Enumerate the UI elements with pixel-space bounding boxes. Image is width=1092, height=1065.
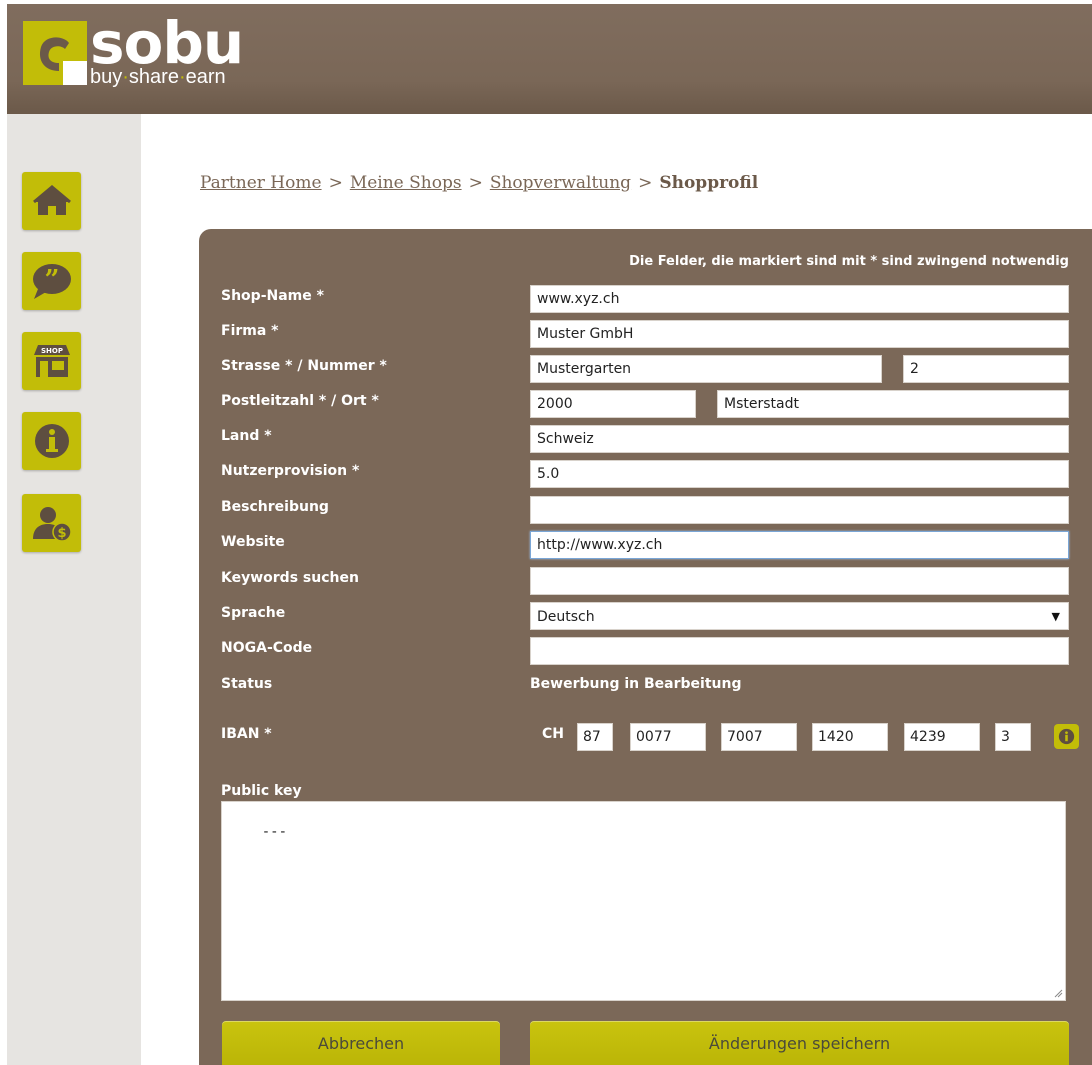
sprache-selected-value: Deutsch (537, 609, 595, 625)
public-key-textarea[interactable]: --- (221, 801, 1066, 1001)
tagline-dot: · (122, 66, 129, 88)
home-icon (32, 185, 71, 215)
resize-grip-icon[interactable] (1053, 988, 1063, 998)
nutzerprovision-label: Nutzerprovision * (221, 463, 360, 479)
tagline: buy·share·earn (90, 66, 226, 89)
user-money-icon: $ (32, 507, 72, 542)
sidebar: ” SHOP $ (7, 114, 141, 1065)
tagline-buy: buy (90, 66, 123, 88)
breadcrumb-current: Shopprofil (659, 173, 759, 193)
iban-country-code: CH (542, 726, 564, 742)
shop-name-label: Shop-Name * (221, 288, 324, 304)
sprache-select[interactable]: Deutsch ▼ (530, 602, 1069, 630)
public-key-value: --- (261, 824, 288, 840)
noga-input[interactable] (530, 637, 1069, 665)
keywords-label: Keywords suchen (221, 570, 359, 586)
ort-input[interactable]: Msterstadt (717, 390, 1069, 418)
breadcrumb-meine-shops[interactable]: Meine Shops (350, 173, 462, 193)
quote-bubble-icon: ” (32, 264, 71, 299)
sidebar-item-info[interactable] (22, 412, 81, 470)
plz-input[interactable]: 2000 (530, 390, 696, 418)
firma-label: Firma * (221, 323, 279, 339)
tagline-share: share (128, 66, 179, 88)
sidebar-item-shop[interactable]: SHOP (22, 332, 81, 390)
beschreibung-label: Beschreibung (221, 499, 329, 515)
dropdown-arrow-icon: ▼ (1051, 610, 1060, 623)
plz-ort-label: Postleitzahl * / Ort * (221, 393, 379, 409)
svg-text:$: $ (57, 526, 66, 541)
cancel-button[interactable]: Abbrechen (222, 1021, 500, 1065)
status-value: Bewerbung in Bearbeitung (530, 676, 742, 692)
land-label: Land * (221, 428, 272, 444)
iban-part-2[interactable]: 0077 (630, 723, 706, 751)
status-label: Status (221, 676, 273, 692)
svg-text:”: ” (44, 265, 59, 295)
keywords-input[interactable] (530, 567, 1069, 595)
breadcrumb-separator: > (328, 173, 343, 193)
sobu-logo-icon[interactable] (23, 21, 87, 85)
iban-info-button[interactable] (1054, 724, 1079, 749)
svg-text:SHOP: SHOP (41, 347, 63, 355)
firma-input[interactable]: Muster GmbH (530, 320, 1069, 348)
iban-part-1[interactable]: 87 (577, 723, 613, 751)
strasse-input[interactable]: Mustergarten (530, 355, 882, 383)
sidebar-item-earnings[interactable]: $ (22, 494, 81, 552)
info-icon (1058, 728, 1075, 745)
beschreibung-input[interactable] (530, 496, 1069, 524)
shop-name-input[interactable]: www.xyz.ch (530, 285, 1069, 313)
iban-part-6[interactable]: 3 (995, 723, 1031, 751)
noga-label: NOGA-Code (221, 640, 313, 656)
iban-part-4[interactable]: 1420 (812, 723, 888, 751)
shop-profile-form: Die Felder, die markiert sind mit * sind… (199, 229, 1092, 1065)
sprache-label: Sprache (221, 605, 286, 621)
breadcrumb: Partner Home > Meine Shops > Shopverwaltung >… (200, 173, 758, 193)
info-icon (34, 424, 69, 458)
website-input[interactable]: http://www.xyz.ch (530, 531, 1069, 559)
sidebar-item-home[interactable] (22, 172, 81, 230)
nummer-input[interactable]: 2 (903, 355, 1069, 383)
tagline-dot: · (178, 66, 186, 88)
breadcrumb-shopverwaltung[interactable]: Shopverwaltung (490, 173, 631, 193)
website-label: Website (221, 534, 285, 550)
public-key-label: Public key (221, 783, 302, 799)
save-button[interactable]: Änderungen speichern (530, 1021, 1069, 1065)
iban-part-5[interactable]: 4239 (904, 723, 980, 751)
breadcrumb-separator: > (638, 173, 653, 193)
tagline-earn: earn (185, 66, 226, 88)
strasse-label: Strasse * / Nummer * (221, 358, 387, 374)
header-bar: sobu buy·share·earn (7, 4, 1092, 114)
sidebar-item-testimonials[interactable]: ” (22, 252, 81, 310)
breadcrumb-separator: > (468, 173, 483, 193)
required-fields-note: Die Felder, die markiert sind mit * sind… (629, 254, 1069, 269)
breadcrumb-partner-home[interactable]: Partner Home (200, 173, 322, 193)
land-input[interactable]: Schweiz (530, 425, 1069, 453)
nutzerprovision-input[interactable]: 5.0 (530, 460, 1069, 488)
iban-part-3[interactable]: 7007 (721, 723, 797, 751)
iban-label: IBAN * (221, 726, 272, 742)
shop-icon: SHOP (33, 345, 70, 377)
